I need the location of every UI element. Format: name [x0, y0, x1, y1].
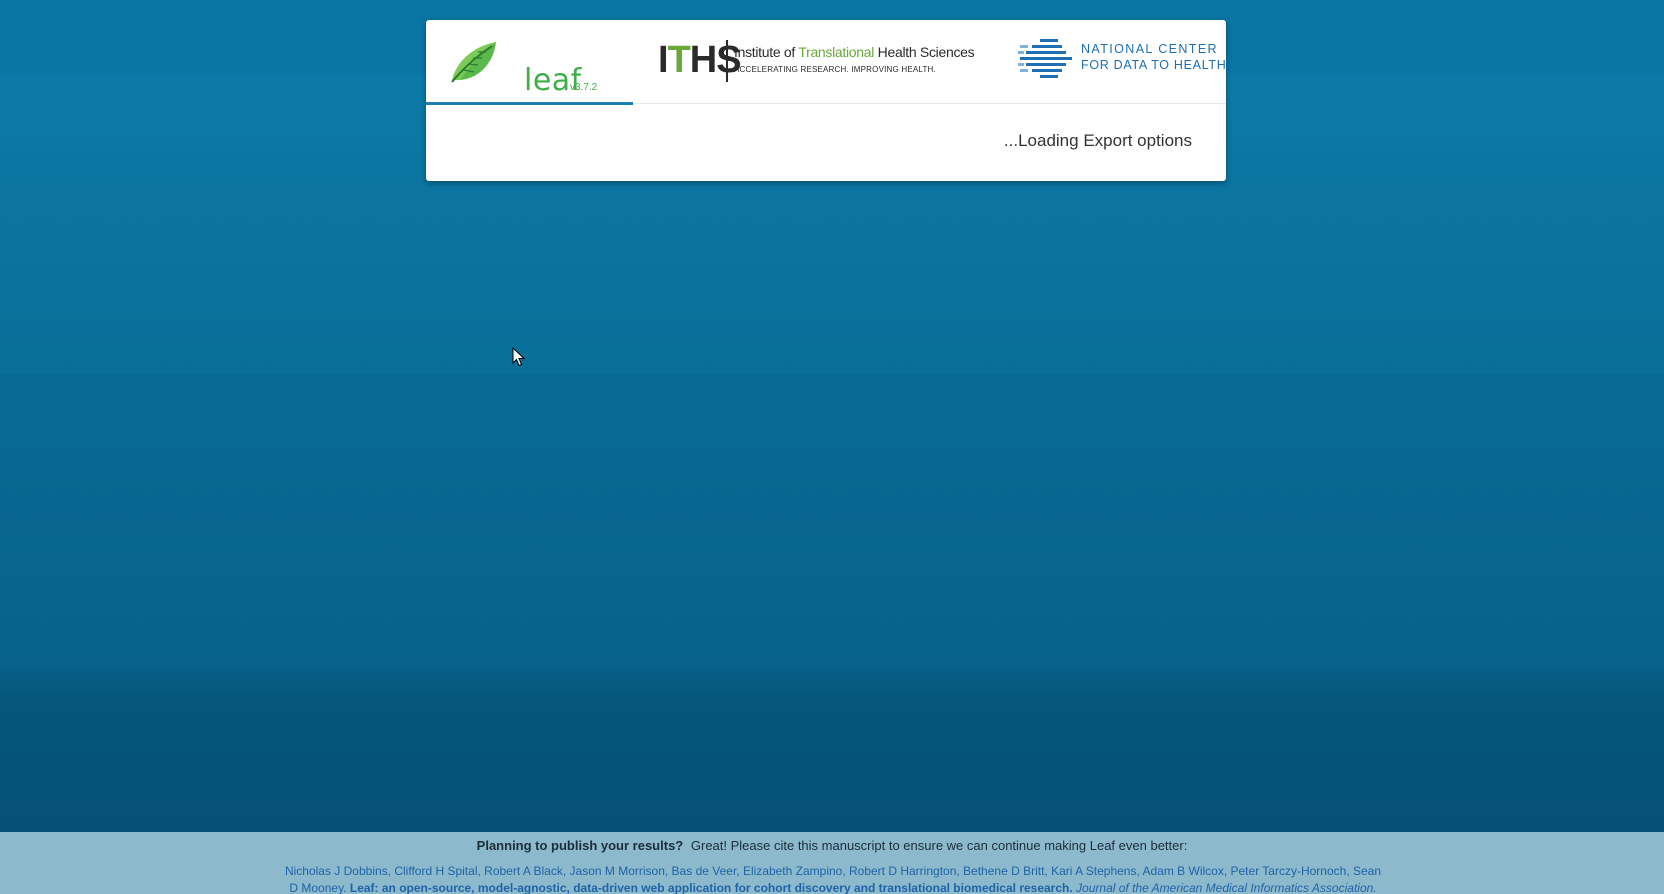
iths-tagline: ACCELERATING RESEARCH. IMPROVING HEALTH. [734, 65, 936, 74]
citation-prompt-bold: Planning to publish your results? [476, 838, 684, 853]
background-band [0, 374, 1664, 674]
iths-name-prefix: Institute of [734, 44, 795, 60]
citation-footer: Planning to publish your results? Great!… [0, 832, 1664, 894]
iths-name-suffix: Health Sciences [877, 44, 975, 60]
loading-card: leaf v3.7.2 ITHS Institute of Translatio… [426, 20, 1226, 181]
citation-prompt: Planning to publish your results? Great!… [0, 838, 1664, 853]
background-band [0, 674, 1664, 832]
iths-full-name: Institute of Translational Health Scienc… [734, 44, 975, 60]
citation-prompt-text: Great! Please cite this manuscript to en… [690, 838, 1188, 853]
header-active-indicator [426, 102, 633, 105]
leaf-version: v3.7.2 [570, 82, 598, 93]
ncdh-name-line1: NATIONAL CENTER [1081, 42, 1218, 56]
citation-title-link[interactable]: Leaf: an open-source, model-agnostic, da… [350, 881, 1073, 894]
iths-divider [726, 40, 728, 82]
iths-logo: ITHS Institute of Translational Health S… [658, 38, 975, 86]
ncdh-logo: NATIONAL CENTER FOR DATA TO HEALTH [1018, 37, 1226, 83]
citation-reference: Nicholas J Dobbins, Clifford H Spital, R… [280, 863, 1386, 894]
ncdh-arrow-icon [1018, 39, 1072, 78]
leaf-logo: leaf v3.7.2 [448, 40, 597, 98]
iths-abbrev-green-letter: T [667, 39, 691, 81]
mouse-pointer-icon [512, 347, 526, 367]
citation-journal: Journal of the American Medical Informat… [1076, 881, 1377, 894]
iths-name-green: Translational [798, 44, 875, 60]
iths-abbrev-text: ITHS [658, 39, 742, 81]
leaf-icon [451, 42, 496, 83]
iths-abbreviation: ITHS [658, 39, 742, 81]
ncdh-name-line2: FOR DATA TO HEALTH [1081, 58, 1227, 72]
card-header: leaf v3.7.2 ITHS Institute of Translatio… [426, 20, 1226, 104]
loading-status: ...Loading Export options [1003, 131, 1192, 150]
